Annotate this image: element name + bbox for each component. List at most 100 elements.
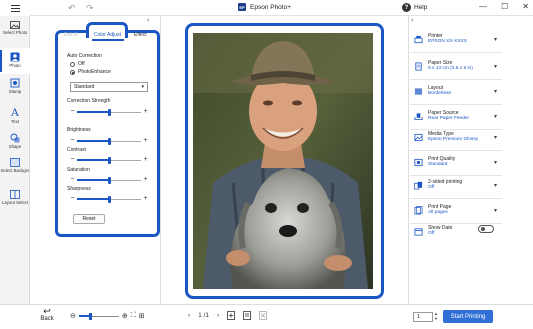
- tool-label: Text: [11, 119, 19, 124]
- slider-track[interactable]: [77, 195, 141, 203]
- zoom-thumb[interactable]: [89, 312, 93, 320]
- setting-value: Borderless: [428, 91, 451, 96]
- left-toolbar: Select Photo Photo Stamp A Text Shape Se…: [0, 16, 30, 304]
- plus-icon[interactable]: +: [143, 156, 148, 164]
- title-bar: ↶ ↷ EP Epson Photo+ ? Help — ☐ ✕: [10, 0, 533, 16]
- minimize-icon[interactable]: —: [479, 2, 487, 11]
- start-printing-button[interactable]: Start Printing: [443, 310, 493, 323]
- redo-icon[interactable]: ↷: [86, 3, 94, 14]
- setting-print-quality[interactable]: Print Quality Standard ▾: [410, 152, 502, 176]
- delete-page-icon[interactable]: [259, 311, 268, 320]
- window-controls: — ☐ ✕: [479, 2, 529, 11]
- minus-icon[interactable]: −: [70, 176, 75, 184]
- tab-filter[interactable]: Edit fil: [64, 32, 78, 38]
- auto-correction-label: Auto Correction: [67, 53, 102, 59]
- slider-thumb[interactable]: [107, 156, 111, 164]
- tool-text[interactable]: A Text: [0, 106, 30, 124]
- slider-track[interactable]: [77, 156, 141, 164]
- photo-preview[interactable]: [193, 33, 373, 289]
- tool-select-background[interactable]: Select Backgro: [0, 158, 30, 173]
- slider-thumb[interactable]: [107, 195, 111, 203]
- correction-strength-slider[interactable]: − +: [70, 108, 148, 116]
- setting-printer[interactable]: Printer EPSON XX-XXXX ▾: [410, 29, 502, 53]
- contrast-slider[interactable]: − +: [70, 156, 148, 164]
- hamburger-icon: [10, 4, 20, 12]
- tool-label: Layout Select: [1, 200, 29, 205]
- plus-icon[interactable]: +: [143, 108, 148, 116]
- zoom-in-icon[interactable]: ⊕: [122, 312, 128, 320]
- radio-photoenhance[interactable]: PhotoEnhance: [70, 69, 111, 75]
- chevron-down-icon: ▾: [494, 89, 498, 95]
- back-button[interactable]: ↩ Back: [36, 307, 58, 323]
- plus-icon[interactable]: +: [143, 176, 148, 184]
- setting-media-type[interactable]: Media Type Epson Premium Glossy ▾: [410, 127, 502, 151]
- tool-shape[interactable]: Shape: [0, 133, 30, 149]
- minus-icon[interactable]: −: [70, 156, 75, 164]
- radio-off[interactable]: Off: [70, 61, 85, 67]
- tool-layout-select[interactable]: Layout Select: [0, 190, 30, 205]
- help-button[interactable]: ? Help: [402, 3, 427, 12]
- collapse-panel-icon[interactable]: ‹: [147, 17, 149, 24]
- slider-thumb[interactable]: [107, 137, 111, 145]
- mode-select[interactable]: Standard ▾: [70, 82, 148, 92]
- grid-icon[interactable]: ⊞: [139, 312, 145, 320]
- sharpness-label: Sharpness: [67, 186, 91, 192]
- prev-page-icon[interactable]: ‹: [188, 312, 190, 319]
- media-icon: [414, 133, 423, 142]
- page-navigator: ‹ 1 /1 ›: [188, 311, 268, 320]
- stamp-icon: [10, 78, 20, 88]
- undo-icon[interactable]: ↶: [68, 3, 76, 14]
- maximize-icon[interactable]: ☐: [501, 2, 508, 11]
- collapse-settings-icon[interactable]: ›: [411, 17, 413, 24]
- tool-photo-edit[interactable]: Photo: [0, 48, 30, 74]
- tool-select-photo[interactable]: Select Photo: [0, 21, 30, 35]
- fit-screen-icon[interactable]: ⛶: [131, 312, 136, 320]
- setting-layout[interactable]: Layout Borderless ▾: [410, 81, 502, 105]
- slider-track[interactable]: [77, 137, 141, 145]
- chevron-down-icon[interactable]: ▼: [434, 316, 438, 321]
- layout-icon: [414, 88, 423, 95]
- setting-paper-size[interactable]: Paper Size 9 x 13 cm (3.5 x 5 in) ▾: [410, 56, 502, 80]
- minus-icon[interactable]: −: [70, 137, 75, 145]
- next-page-icon[interactable]: ›: [217, 312, 219, 319]
- person-icon: [10, 52, 20, 62]
- setting-two-sided[interactable]: 2-sided printing Off ▾: [410, 175, 502, 199]
- zoom-slider[interactable]: [78, 312, 119, 320]
- chevron-down-icon: ▾: [494, 183, 498, 189]
- slider-thumb[interactable]: [107, 108, 111, 116]
- copy-page-icon[interactable]: [243, 311, 252, 320]
- tab-effect[interactable]: Effect: [134, 32, 147, 38]
- menu-button[interactable]: [0, 0, 30, 16]
- plus-icon[interactable]: +: [143, 195, 148, 203]
- tool-label: Select Photo: [2, 30, 28, 35]
- help-icon: ?: [402, 3, 411, 12]
- close-icon[interactable]: ✕: [522, 2, 529, 11]
- back-label: Back: [40, 316, 54, 322]
- brightness-slider[interactable]: − +: [70, 137, 148, 145]
- setting-value: Epson Premium Glossy: [428, 137, 479, 142]
- radio-label: PhotoEnhance: [78, 69, 111, 75]
- saturation-slider[interactable]: − +: [70, 176, 148, 184]
- plus-icon[interactable]: +: [143, 137, 148, 145]
- app-title-text: Epson Photo+: [250, 3, 292, 11]
- copies-stepper[interactable]: ▲ ▼: [434, 311, 438, 321]
- show-date-toggle[interactable]: [478, 225, 494, 233]
- sharpness-slider[interactable]: − +: [70, 195, 148, 203]
- tab-color-adjust[interactable]: Color Adjust: [94, 32, 121, 38]
- tool-stamp[interactable]: Stamp: [0, 78, 30, 94]
- zoom-out-icon[interactable]: ⊖: [70, 312, 76, 320]
- copies-input[interactable]: 1: [413, 312, 433, 322]
- slider-track[interactable]: [77, 176, 141, 184]
- chevron-down-icon: ▾: [494, 208, 498, 214]
- reset-button[interactable]: Reset: [73, 214, 105, 224]
- chevron-down-icon: ▾: [141, 84, 144, 90]
- add-page-icon[interactable]: [227, 311, 236, 320]
- slider-fill: [77, 140, 109, 142]
- photo-icon: [10, 21, 20, 29]
- setting-value: 9 x 13 cm (3.5 x 5 in): [428, 66, 473, 71]
- slider-track[interactable]: [77, 108, 141, 116]
- minus-icon[interactable]: −: [70, 195, 75, 203]
- slider-thumb[interactable]: [107, 176, 111, 184]
- minus-icon[interactable]: −: [70, 108, 75, 116]
- help-label: Help: [414, 4, 428, 11]
